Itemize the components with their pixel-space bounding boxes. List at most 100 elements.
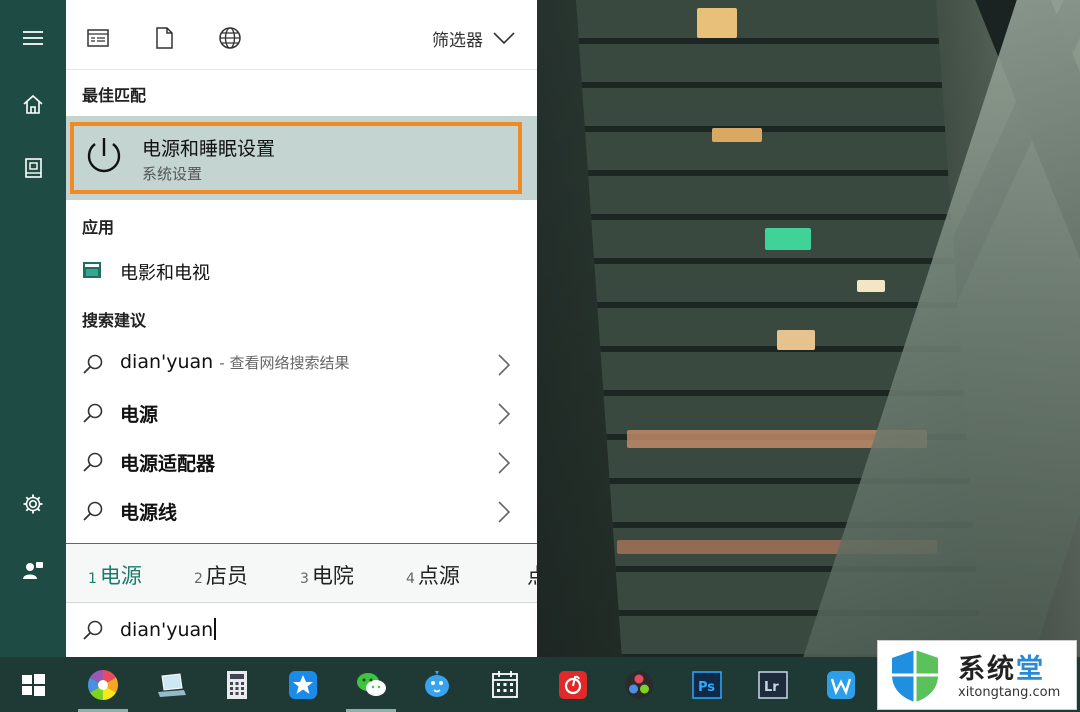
taskbar-app[interactable] [404, 657, 470, 712]
chevron-down-icon [493, 32, 515, 45]
wechat-icon [357, 672, 386, 696]
suggestion-query: dian'yuan [120, 351, 214, 373]
ime-candidate[interactable]: 4 点源 [406, 560, 460, 590]
chevron-right-icon [498, 501, 511, 523]
section-suggestions: 搜索建议 [82, 311, 147, 330]
taskbar-app[interactable]: Lr [740, 657, 806, 712]
ime-candidate[interactable]: 点 [524, 560, 537, 590]
wallpaper-light [857, 280, 885, 292]
search-box[interactable]: dian'yuan [66, 603, 537, 657]
search-icon [83, 452, 103, 472]
davinci-resolve-icon [625, 670, 653, 699]
netease-music-icon [559, 670, 587, 699]
hamburger-button[interactable] [0, 12, 66, 64]
lightroom-icon: Lr [758, 670, 788, 699]
filter-files-button[interactable] [150, 24, 178, 52]
film-tv-icon [83, 262, 101, 278]
section-best-match: 最佳匹配 [82, 86, 147, 105]
taskbar-app[interactable] [270, 657, 336, 712]
suggestion-text: 电源线 [120, 498, 177, 525]
filter-label: 筛选器 [432, 30, 483, 51]
shield-logo-icon [892, 650, 938, 702]
suggestion-query: 电源 [120, 404, 159, 426]
suggestion-text: 电源适配器 [120, 449, 215, 476]
wallpaper-light [765, 228, 811, 250]
taskbar-app[interactable] [204, 657, 270, 712]
section-apps: 应用 [82, 218, 115, 237]
user-icon [23, 562, 43, 579]
notebook-button[interactable] [0, 142, 66, 194]
photoshop-icon: Ps [692, 670, 722, 699]
desktop-wallpaper [537, 0, 1080, 657]
power-icon [87, 138, 121, 173]
wallpaper-light [777, 330, 815, 350]
suggestion-query: 电源线 [120, 502, 178, 524]
ime-candidate[interactable]: 2 店员 [194, 560, 248, 590]
laptop-icon [158, 672, 186, 697]
search-toolbar: 筛选器 [66, 0, 537, 70]
wallpaper-light [697, 8, 737, 38]
suggestion-item[interactable]: 电源线 [66, 488, 537, 536]
suggestion-item[interactable]: 电源适配器 [66, 439, 537, 487]
star-app-icon [289, 670, 317, 699]
best-match-highlight [70, 122, 522, 194]
suggestion-item[interactable]: dian'yuan - 查看网络搜索结果 [66, 341, 537, 389]
best-match-title: 电源和睡眠设置 [142, 138, 276, 160]
svg-text:Lr: Lr [764, 680, 779, 695]
taskbar-app[interactable] [338, 657, 404, 712]
site-watermark: 系统堂 xitongtang.com [877, 640, 1077, 710]
color-wheel-app-icon [87, 669, 119, 700]
taskbar-app[interactable]: Ps [674, 657, 740, 712]
taskbar-app[interactable] [70, 657, 136, 712]
calendar-icon [492, 670, 518, 698]
windows-logo-icon [22, 673, 45, 696]
watermark-title: 系统堂 [958, 654, 1045, 685]
home-icon [23, 94, 43, 114]
filter-documents-button[interactable] [84, 24, 112, 52]
svg-text:Ps: Ps [698, 680, 715, 695]
start-button[interactable] [0, 657, 66, 712]
gear-icon [23, 494, 43, 514]
calculator-icon [227, 670, 247, 699]
search-icon [83, 501, 103, 521]
hamburger-icon [23, 31, 43, 45]
search-icon [83, 403, 103, 423]
search-icon [83, 620, 103, 640]
search-icon [83, 354, 103, 374]
chevron-right-icon [498, 403, 511, 425]
best-match-subtitle: 系统设置 [142, 165, 203, 183]
search-panel: 筛选器 最佳匹配 电源和睡眠设置 系统设置 应用 电影和电视 搜索建议 dian… [66, 0, 537, 657]
filter-web-button[interactable] [216, 24, 244, 52]
text-caret [214, 618, 217, 640]
settings-button[interactable] [0, 478, 66, 530]
search-input[interactable]: dian'yuan [120, 618, 217, 641]
suggestion-text: dian'yuan - 查看网络搜索结果 [120, 351, 349, 373]
bird-app-icon [425, 670, 449, 697]
app-item[interactable]: 电影和电视 [66, 252, 537, 292]
taskbar-app[interactable] [606, 657, 672, 712]
app-label: 电影和电视 [120, 263, 210, 284]
ime-candidate-bar: 1电源 2店员 3电院 4点源 点 [66, 543, 537, 603]
user-feedback-button[interactable] [0, 544, 66, 596]
file-icon [156, 27, 173, 49]
taskbar-app[interactable] [540, 657, 606, 712]
start-rail [0, 0, 66, 657]
chevron-right-icon [498, 354, 511, 376]
taskbar-app[interactable] [808, 657, 874, 712]
taskbar-app[interactable] [472, 657, 538, 712]
watermark-url: xitongtang.com [958, 685, 1061, 700]
suggestion-item[interactable]: 电源 [66, 390, 537, 438]
wallpaper-light [712, 128, 762, 142]
filter-dropdown[interactable]: 筛选器 [432, 24, 515, 52]
taskbar-app[interactable] [138, 657, 204, 712]
search-input-value: dian'yuan [120, 619, 214, 641]
globe-icon [219, 27, 241, 49]
document-list-icon [87, 29, 109, 47]
suggestion-hint: - 查看网络搜索结果 [219, 354, 350, 372]
ime-candidate[interactable]: 3 电院 [300, 560, 354, 590]
chevron-right-icon [498, 452, 511, 474]
suggestion-query: 电源适配器 [120, 453, 216, 475]
ime-candidate[interactable]: 1 电源 [88, 560, 142, 590]
wps-icon [827, 670, 855, 699]
home-button[interactable] [0, 78, 66, 130]
